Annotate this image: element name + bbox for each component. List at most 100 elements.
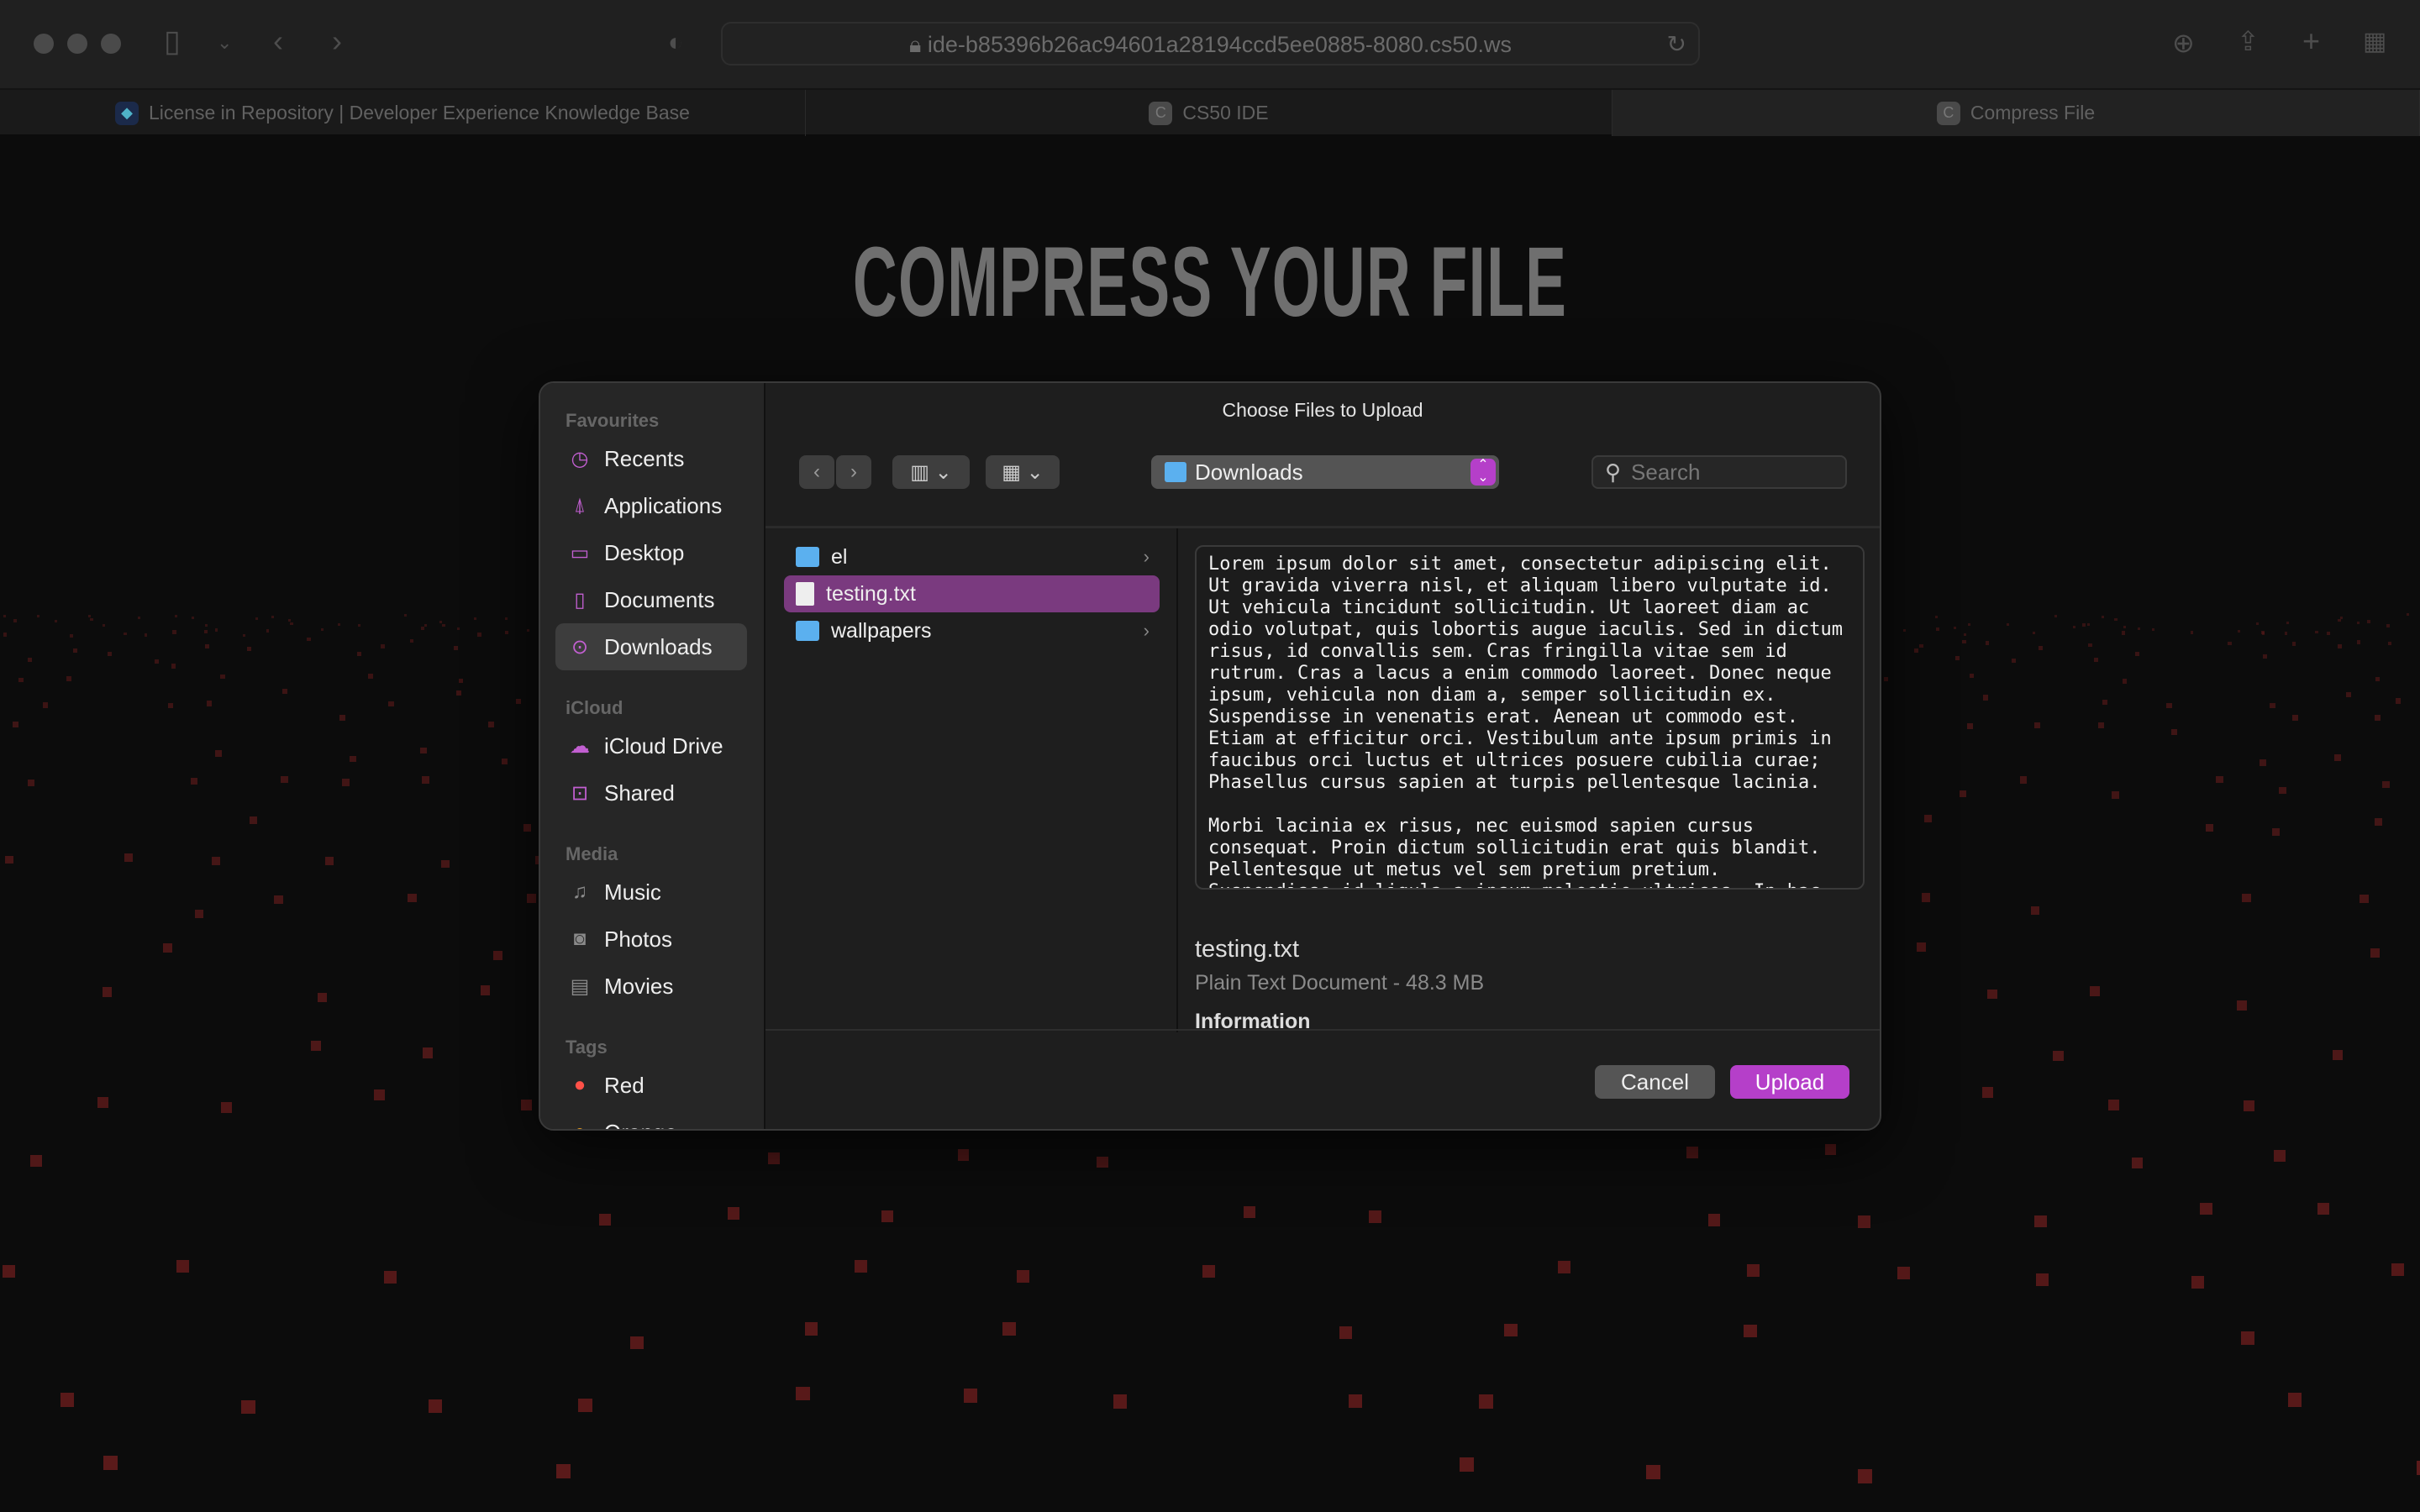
forward-icon[interactable]: ›	[332, 24, 342, 59]
sidebar-item-desktop[interactable]: ▭ Desktop	[555, 529, 747, 576]
background-dot	[1096, 1156, 1108, 1168]
background-dot	[373, 1089, 385, 1100]
tab-overview-icon[interactable]: ▦	[2363, 27, 2386, 56]
background-dot	[2114, 617, 2118, 622]
label: Movies	[604, 973, 674, 999]
sidebar-tag-orange[interactable]: ● Orange	[555, 1109, 747, 1130]
background-dot	[30, 1155, 43, 1167]
background-dot	[2242, 893, 2251, 903]
preview-line	[1208, 794, 1851, 816]
background-dot	[1479, 1394, 1493, 1409]
share-icon[interactable]: ⇪	[2237, 25, 2260, 57]
close-window-button[interactable]	[34, 34, 54, 54]
background-dot	[1969, 673, 1975, 679]
chevron-down-icon[interactable]: ⌄	[217, 32, 232, 54]
background-dot	[124, 853, 133, 862]
background-dot	[2019, 776, 2027, 784]
new-tab-icon[interactable]: +	[2302, 24, 2320, 59]
upload-button[interactable]: Upload	[1730, 1065, 1849, 1099]
background-dot	[2292, 642, 2296, 646]
background-dot	[442, 623, 445, 627]
file-preview[interactable]: Lorem ipsum dolor sit amet, consectetur …	[1195, 545, 1865, 890]
sidebar-item-downloads[interactable]: ⊙ Downloads	[555, 623, 747, 670]
sidebar-item-music[interactable]: ♫ Music	[555, 869, 747, 916]
background-dot	[2386, 624, 2390, 627]
background-dot	[1959, 790, 1966, 798]
cancel-button[interactable]: Cancel	[1595, 1065, 1715, 1099]
background-dot	[458, 678, 464, 684]
background-dot	[2333, 754, 2341, 762]
forward-button[interactable]: ›	[836, 455, 871, 489]
background-dot	[266, 629, 270, 633]
sidebar-item-movies[interactable]: ▤ Movies	[555, 963, 747, 1010]
back-button[interactable]: ‹	[799, 455, 834, 489]
background-dot	[320, 627, 324, 631]
tab-cs50-ide[interactable]: C CS50 IDE	[806, 90, 1612, 136]
reload-icon[interactable]: ↻	[1667, 30, 1686, 58]
background-dot	[2122, 679, 2128, 685]
sidebar-item-shared[interactable]: ⊡ Shared	[555, 769, 747, 816]
background-dot	[358, 624, 361, 627]
tab-license[interactable]: ◆ License in Repository | Developer Expe…	[0, 90, 806, 136]
preview-line: Pellentesque ut metus vel sem pretium pr…	[1208, 859, 1721, 880]
background-dot	[27, 779, 34, 787]
background-dot	[2292, 715, 2299, 722]
browser-toolbar: ▯ ⌄ ‹ › ◐ 🔒︎ ide-b85396b26ac94601a28194c…	[0, 0, 2420, 88]
sidebar-item-applications[interactable]: ⍋ Applications	[555, 482, 747, 529]
sidebar-tag-red[interactable]: ● Red	[555, 1062, 747, 1109]
minimize-window-button[interactable]	[67, 34, 87, 54]
tab-compress-file[interactable]: C Compress File	[1612, 90, 2420, 136]
background-dot	[768, 1152, 780, 1164]
background-dot	[1987, 989, 1997, 1000]
background-dot	[13, 722, 19, 728]
downloads-icon[interactable]: ⊕	[2172, 27, 2195, 59]
preview-line: Ut gravida viverra nisl, et aliquam libe…	[1208, 575, 1832, 596]
music-icon: ♫	[572, 880, 587, 903]
group-button[interactable]: ▦ ⌄	[986, 455, 1060, 489]
background-dot	[1953, 626, 1956, 629]
location-popup[interactable]: Downloads ⌃ ⌄	[1151, 455, 1499, 489]
background-dot	[1113, 1394, 1128, 1409]
zoom-window-button[interactable]	[101, 34, 121, 54]
background-dot	[60, 1393, 75, 1407]
background-dot	[287, 619, 291, 622]
sidebar-item-photos[interactable]: ◙ Photos	[555, 916, 747, 963]
background-dot	[2166, 702, 2172, 708]
view-mode-button[interactable]: ▥ ⌄	[892, 455, 970, 489]
sidebar-item-icloud-drive[interactable]: ☁︎ iCloud Drive	[555, 722, 747, 769]
background-dot	[1708, 1214, 1721, 1226]
shared-folder-icon: ⊡	[571, 781, 589, 805]
background-dot	[1369, 1210, 1381, 1223]
address-bar[interactable]: 🔒︎ ide-b85396b26ac94601a28194ccd5ee0885-…	[721, 22, 1700, 66]
desktop-icon: ▭	[570, 541, 590, 564]
background-dot	[523, 824, 532, 832]
background-dot	[368, 674, 374, 680]
background-dot	[357, 651, 362, 656]
background-dot	[2134, 651, 2139, 656]
file-row-testing-txt[interactable]: testing.txt	[784, 575, 1160, 612]
file-row-el[interactable]: el ›	[784, 538, 1160, 575]
back-icon[interactable]: ‹	[273, 24, 283, 59]
background-dot	[439, 620, 442, 623]
background-dot	[440, 859, 450, 869]
background-dot	[555, 1463, 571, 1478]
file-row-wallpapers[interactable]: wallpapers ›	[784, 612, 1160, 649]
sidebar-item-documents[interactable]: ▯ Documents	[555, 576, 747, 623]
search-field[interactable]: ⚲ Search	[1591, 455, 1847, 489]
shield-icon[interactable]: ◐	[668, 29, 683, 57]
background-dot	[1339, 1326, 1353, 1340]
camera-icon: ◙	[573, 927, 587, 950]
sidebar-item-recents[interactable]: ◷ Recents	[555, 435, 747, 482]
preview-line: faucibus orci luctus et ultrices posuere…	[1208, 750, 1821, 771]
background-dot	[630, 1336, 644, 1350]
label: Red	[604, 1072, 644, 1098]
background-dot	[204, 644, 209, 649]
preview-line: Ut vehicula tincidunt sollicitudin. Ut l…	[1208, 597, 1810, 618]
background-dot	[102, 987, 113, 998]
background-dot	[342, 779, 350, 786]
url-text: ide-b85396b26ac94601a28194ccd5ee0885-808…	[927, 32, 1512, 57]
background-dot	[2370, 948, 2380, 958]
background-dot	[2374, 818, 2382, 827]
sidebar-toggle-icon[interactable]: ▯	[164, 24, 181, 59]
background-dot	[1981, 1087, 1993, 1099]
